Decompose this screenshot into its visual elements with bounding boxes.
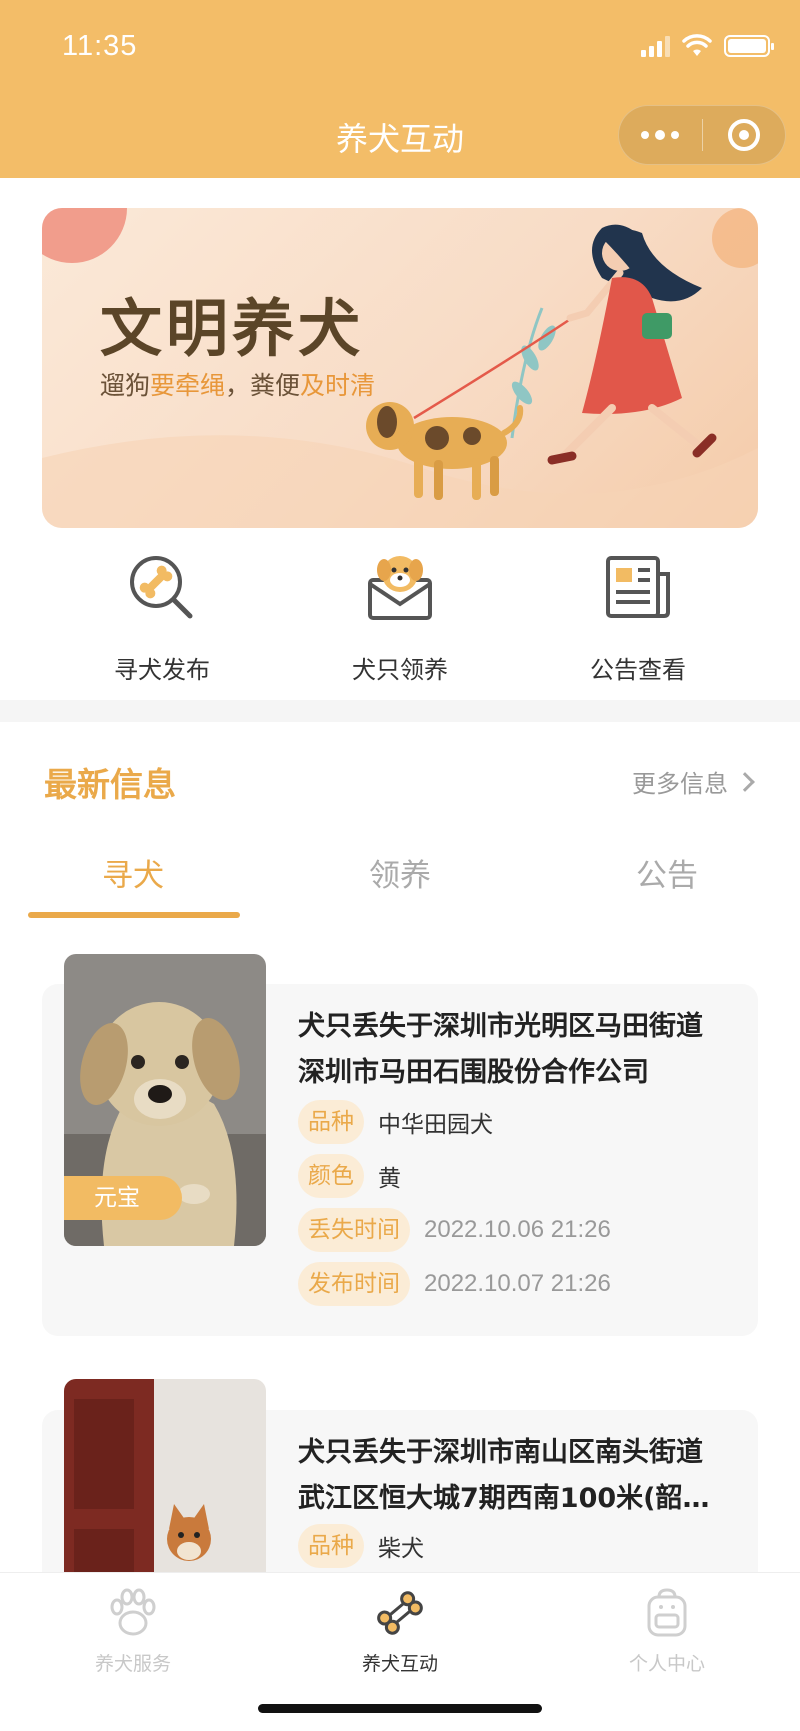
- action-label: 犬只领养: [352, 656, 448, 684]
- breed-value: 柴犬: [378, 1536, 424, 1562]
- lost-time-row: 丢失时间 2022.10.06 21:26: [298, 1208, 611, 1252]
- color-tag: 颜色: [298, 1154, 364, 1198]
- battery-icon: [724, 35, 774, 57]
- post-time-tag: 发布时间: [298, 1262, 410, 1306]
- pet-photo: 元宝: [64, 954, 266, 1246]
- newspaper-icon: [606, 556, 670, 618]
- tabbar-label: 养犬互动: [361, 1653, 438, 1675]
- lost-time-value: 2022.10.06 21:26: [424, 1216, 611, 1243]
- mini-program-capsule: [618, 105, 786, 165]
- tabbar-label: 养犬服务: [94, 1653, 171, 1675]
- header-bar: 11:35 养犬互动: [0, 0, 800, 178]
- tab-announcement[interactable]: 公告: [534, 850, 800, 895]
- breed-tag: 品种: [298, 1100, 364, 1144]
- tabbar-label: 个人中心: [628, 1653, 705, 1675]
- tab-find-dog[interactable]: 寻犬: [0, 850, 266, 895]
- banner-subtitle: 遛狗要牵绳，粪便及时清: [100, 371, 376, 400]
- lost-time-tag: 丢失时间: [298, 1208, 410, 1252]
- status-icons: [641, 34, 774, 58]
- tabbar-item-personal-center[interactable]: 个人中心: [534, 1585, 800, 1676]
- breed-tag: 品种: [298, 1524, 364, 1568]
- backpack-icon: [647, 1588, 687, 1637]
- close-mini-program-button[interactable]: [703, 119, 786, 151]
- home-indicator: [258, 1704, 542, 1713]
- post-time-value: 2022.10.07 21:26: [424, 1270, 611, 1297]
- bone-search-icon: [130, 556, 193, 619]
- info-tabs: 寻犬 领养 公告: [0, 850, 800, 920]
- action-dog-adoption[interactable]: 犬只领养: [280, 548, 520, 685]
- action-announcements[interactable]: 公告查看: [518, 548, 758, 685]
- breed-value: 中华田园犬: [378, 1112, 493, 1138]
- action-label: 寻犬发布: [114, 656, 210, 684]
- signal-icon: [641, 35, 670, 57]
- civilized-dog-banner[interactable]: 文明养犬 遛狗要牵绳，粪便及时清: [42, 208, 758, 528]
- card-title: 犬只丢失于深圳市南山区南头街道 武江区恒大城7期西南100米(韶…: [298, 1437, 710, 1514]
- breed-row: 品种 柴犬: [298, 1524, 424, 1568]
- active-tab-indicator: [28, 912, 240, 918]
- wifi-icon: [682, 34, 712, 56]
- banner-title: 文明养犬: [100, 292, 365, 365]
- pet-name-badge: 元宝: [64, 1176, 182, 1220]
- status-time: 11:35: [62, 30, 138, 62]
- tab-adoption[interactable]: 领养: [267, 850, 533, 895]
- paw-icon: [110, 1588, 156, 1636]
- chevron-right-icon: [735, 771, 755, 792]
- tabbar-item-dog-interaction[interactable]: 养犬互动: [267, 1585, 533, 1676]
- section-divider: [0, 700, 800, 722]
- more-info-link[interactable]: 更多信息: [632, 764, 755, 799]
- section-title: 最新信息: [44, 765, 176, 804]
- bone-icon: [377, 1591, 423, 1635]
- post-time-row: 发布时间 2022.10.07 21:26: [298, 1262, 611, 1306]
- breed-row: 品种 中华田园犬: [298, 1100, 493, 1144]
- target-icon: [727, 119, 760, 151]
- dog-envelope-icon: [368, 556, 432, 620]
- quick-actions: 寻犬发布 犬只领养 公告查看: [0, 548, 800, 698]
- more-menu-button[interactable]: [619, 130, 702, 140]
- action-find-dog-publish[interactable]: 寻犬发布: [42, 548, 282, 685]
- tabbar-item-dog-services[interactable]: 养犬服务: [0, 1585, 266, 1676]
- action-label: 公告查看: [590, 656, 686, 684]
- more-info-label: 更多信息: [632, 770, 728, 798]
- color-value: 黄: [378, 1166, 401, 1192]
- color-row: 颜色 黄: [298, 1154, 401, 1198]
- card-title: 犬只丢失于深圳市光明区马田街道 深圳市马田石围股份合作公司: [298, 1011, 703, 1088]
